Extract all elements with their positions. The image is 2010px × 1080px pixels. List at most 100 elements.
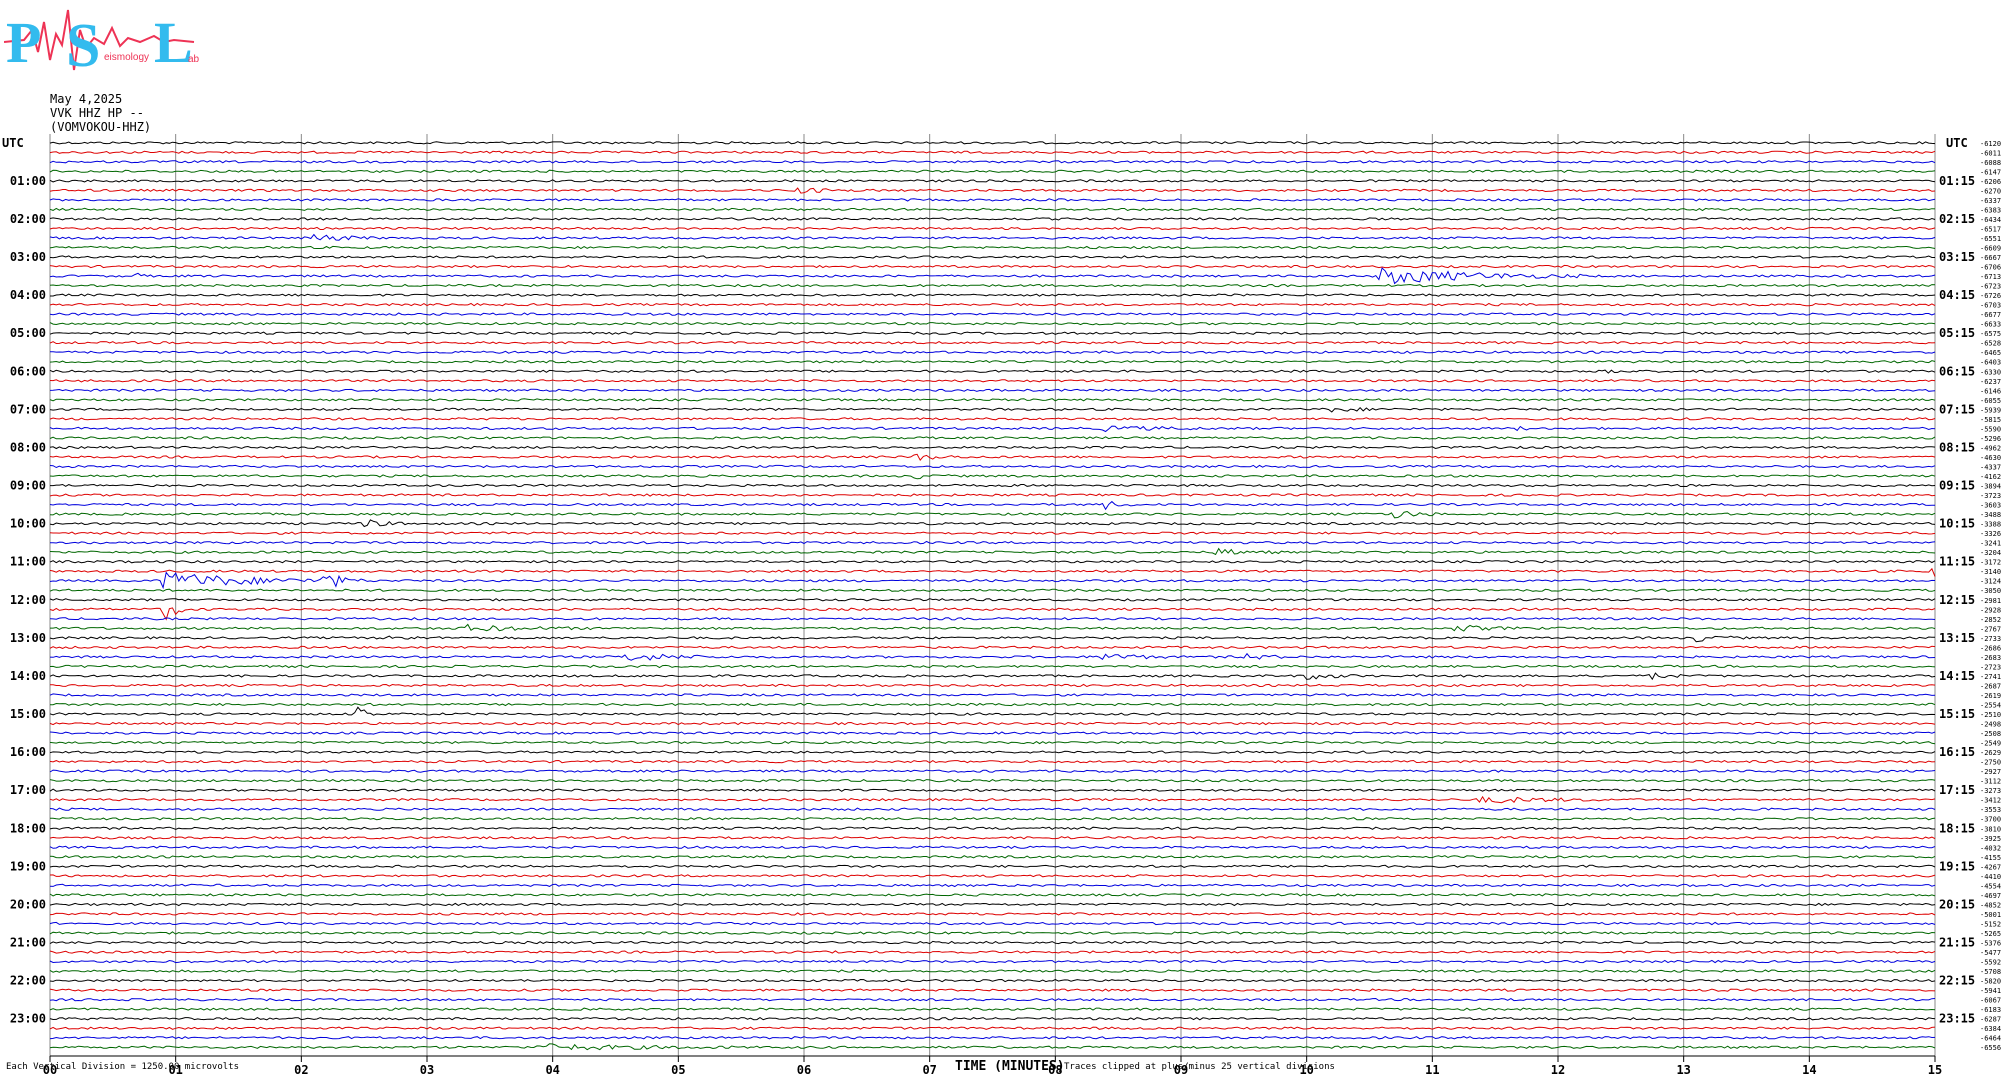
trace-line xyxy=(49,731,1936,735)
trace-line xyxy=(49,683,1936,688)
trace-offset-label: -2619 xyxy=(1980,692,2001,700)
trace-offset-label: -4337 xyxy=(1980,463,2001,471)
trace-line xyxy=(49,217,1936,221)
left-hour-label: 23:00 xyxy=(10,1012,46,1026)
left-hour-label: 17:00 xyxy=(10,783,46,797)
trace-line xyxy=(49,283,1936,288)
trace-line xyxy=(49,245,1936,250)
trace-offset-label: -3172 xyxy=(1980,559,2001,567)
left-hour-label: 06:00 xyxy=(10,364,46,378)
right-hour-label: 07:15 xyxy=(1939,402,1975,416)
trace-line xyxy=(49,267,1936,285)
trace-line xyxy=(49,795,1936,804)
left-hour-label: 15:00 xyxy=(10,707,46,721)
trace-line xyxy=(49,255,1935,259)
trace-offset-label: -4852 xyxy=(1980,901,2001,909)
trace-offset-label: -6551 xyxy=(1980,235,2001,243)
trace-offset-label: -4032 xyxy=(1980,844,2001,852)
right-hour-label: 20:15 xyxy=(1939,897,1975,911)
trace-offset-label: -4267 xyxy=(1980,863,2001,871)
trace-line xyxy=(49,874,1936,878)
trace-line xyxy=(49,617,1936,621)
scale-note: Each Vertical Division = 1250.00 microvo… xyxy=(6,1062,239,1072)
trace-offset-label: -3124 xyxy=(1980,578,2001,586)
trace-line xyxy=(49,588,1936,592)
trace-line xyxy=(49,978,1936,983)
right-hour-label: 08:15 xyxy=(1939,440,1975,454)
trace-line xyxy=(49,1007,1936,1011)
clip-note: Traces clipped at plus/minus 25 vertical… xyxy=(1064,1062,1335,1072)
trace-offset-label: -6270 xyxy=(1980,187,2001,195)
left-hour-label: 21:00 xyxy=(10,936,46,950)
trace-offset-label: -6677 xyxy=(1980,311,2001,319)
trace-line xyxy=(49,702,1936,707)
trace-offset-label: -6403 xyxy=(1980,359,2001,367)
trace-offset-label: -6575 xyxy=(1980,330,2001,338)
right-hour-label: 15:15 xyxy=(1939,707,1975,721)
trace-offset-label: -5477 xyxy=(1980,949,2001,957)
trace-offset-label: -3050 xyxy=(1980,587,2001,595)
left-hour-label: 11:00 xyxy=(10,555,46,569)
x-tick-label: 14 xyxy=(1802,1063,1816,1077)
trace-offset-label: -6723 xyxy=(1980,283,2001,291)
trace-line xyxy=(49,959,1936,964)
trace-line xyxy=(49,912,1936,916)
trace-offset-label: -3140 xyxy=(1980,568,2001,576)
left-hour-label: 08:00 xyxy=(10,440,46,454)
trace-offset-label: -2723 xyxy=(1980,663,2001,671)
trace-line xyxy=(49,902,1936,907)
trace-line xyxy=(49,312,1936,316)
trace-line xyxy=(49,855,1936,859)
trace-line xyxy=(49,464,1936,469)
trace-line xyxy=(49,187,1936,194)
trace-line xyxy=(49,417,1936,421)
trace-line xyxy=(49,1043,1936,1051)
trace-line xyxy=(49,740,1936,745)
trace-offset-label: -6088 xyxy=(1980,159,2001,167)
trace-offset-label: -6146 xyxy=(1980,387,2001,395)
trace-line xyxy=(49,921,1936,926)
x-axis-title: TIME (MINUTES) xyxy=(955,1059,1065,1074)
trace-offset-label: -6067 xyxy=(1980,997,2001,1005)
trace-line xyxy=(49,693,1936,697)
trace-line xyxy=(49,233,1936,241)
trace-line xyxy=(49,826,1935,831)
trace-offset-label: -2767 xyxy=(1980,625,2001,633)
right-hour-label: 14:15 xyxy=(1939,669,1975,683)
trace-offset-label: -6011 xyxy=(1980,149,2001,157)
x-tick-label: 04 xyxy=(545,1063,559,1077)
trace-line xyxy=(49,493,1936,497)
trace-offset-label: -3553 xyxy=(1980,806,2001,814)
x-tick-label: 15 xyxy=(1928,1063,1942,1077)
trace-offset-label: -3326 xyxy=(1980,530,2001,538)
trace-line xyxy=(49,198,1936,202)
trace-line xyxy=(49,988,1936,992)
right-hour-label: 11:15 xyxy=(1939,555,1975,569)
trace-offset-label: -2927 xyxy=(1980,768,2001,776)
x-tick-label: 05 xyxy=(671,1063,685,1077)
trace-line xyxy=(49,388,1936,392)
trace-line xyxy=(49,1026,1936,1030)
trace-line xyxy=(49,445,1936,450)
trace-offset-label: -5152 xyxy=(1980,920,2001,928)
trace-line xyxy=(49,598,1936,602)
trace-offset-label: -6726 xyxy=(1980,292,2001,300)
trace-offset-label: -6383 xyxy=(1980,206,2001,214)
left-hour-label: 07:00 xyxy=(10,402,46,416)
trace-offset-label: -5592 xyxy=(1980,959,2001,967)
right-hour-label: 02:15 xyxy=(1939,212,1975,226)
left-hour-label: 01:00 xyxy=(10,174,46,188)
trace-offset-label: -6713 xyxy=(1980,273,2001,281)
trace-offset-label: -2498 xyxy=(1980,721,2001,729)
trace-offset-label: -3925 xyxy=(1980,835,2001,843)
trace-offset-label: -4630 xyxy=(1980,454,2001,462)
left-hour-label: 14:00 xyxy=(10,669,46,683)
helicorder-plot: P S L eismology ab May 4,2025 VVK HHZ HP… xyxy=(0,0,2010,1080)
trace-offset-label: -2549 xyxy=(1980,740,2001,748)
right-hour-label: 01:15 xyxy=(1939,174,1975,188)
left-hour-label: 18:00 xyxy=(10,821,46,835)
trace-line xyxy=(49,519,1936,528)
trace-offset-label: -6465 xyxy=(1980,349,2001,357)
trace-offset-label: -2687 xyxy=(1980,682,2001,690)
trace-line xyxy=(49,940,1936,945)
